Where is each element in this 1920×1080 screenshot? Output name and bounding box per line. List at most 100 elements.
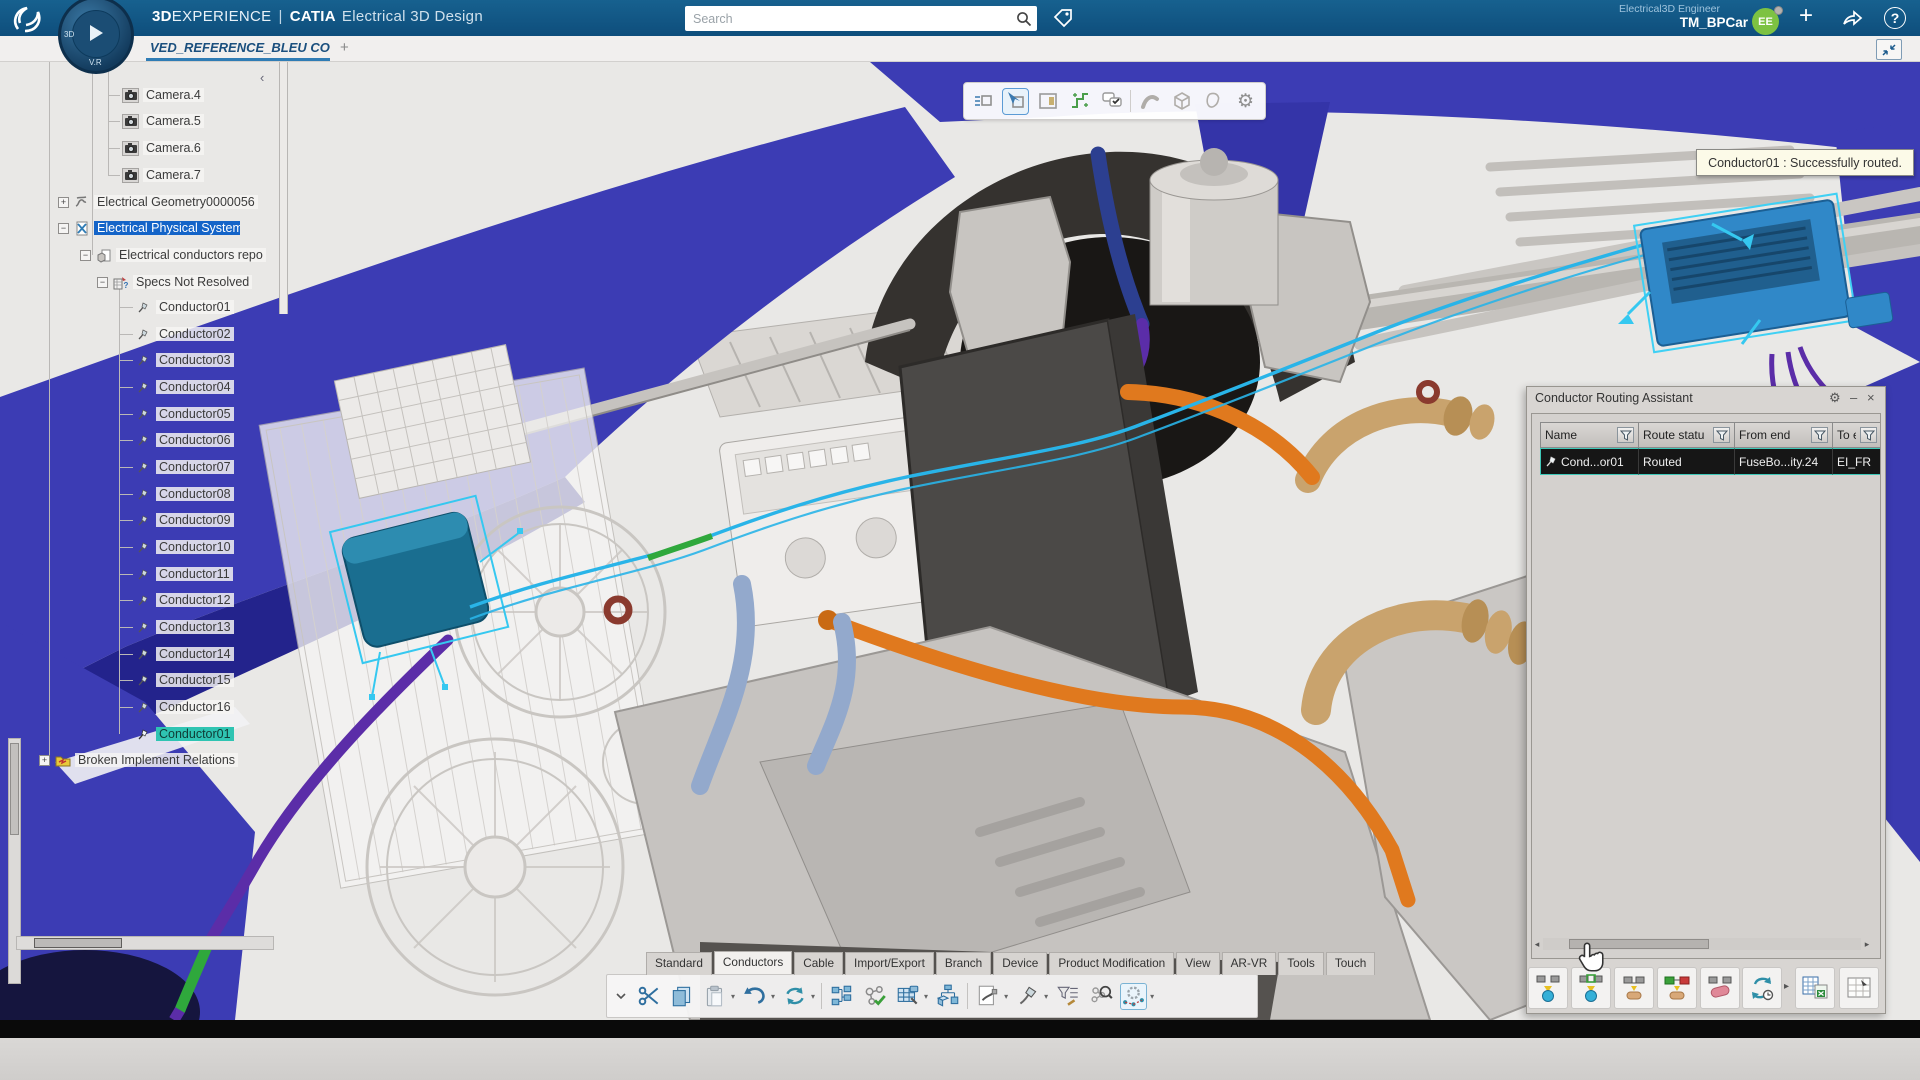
check-network-button[interactable] <box>861 983 888 1010</box>
review-chat-button[interactable] <box>1098 88 1125 115</box>
tab-touch[interactable]: Touch <box>1326 952 1375 975</box>
route-settings-button[interactable] <box>1120 983 1147 1010</box>
tree-node-electrical-conductors-report[interactable]: − Electrical conductors repo <box>80 246 266 264</box>
collapse-icon[interactable]: − <box>58 223 69 234</box>
tree-node-con ductor[interactable]: Conductor05 <box>135 405 234 423</box>
column-header-name[interactable]: Name <box>1540 422 1638 448</box>
tag-icon[interactable] <box>1052 7 1076 31</box>
document-tab[interactable]: VED_REFERENCE_BLEU CO <box>150 40 330 55</box>
tree-node-conductor-highlighted[interactable]: Conductor01 <box>135 725 234 743</box>
help-icon[interactable]: ? <box>1884 7 1906 29</box>
dropdown-caret-icon[interactable]: ▾ <box>811 992 815 1001</box>
routing-grid-button[interactable] <box>1066 88 1093 115</box>
panel-minimize-icon[interactable]: – <box>1850 390 1857 405</box>
tree-node-conductor[interactable]: Conductor11 <box>135 565 233 583</box>
tree-node-conductor[interactable]: Conductor12 <box>135 591 234 609</box>
expand-icon[interactable]: + <box>58 197 69 208</box>
tree-node-conductor[interactable]: Conductor06 <box>135 431 234 449</box>
view-list-button[interactable] <box>970 88 997 115</box>
tab-tools[interactable]: Tools <box>1278 952 1324 975</box>
structure-tree-button[interactable] <box>828 983 855 1010</box>
dropdown-caret-icon[interactable]: ▾ <box>1044 992 1048 1001</box>
dropdown-caret-icon[interactable]: ▾ <box>731 992 735 1001</box>
delete-route-button[interactable] <box>1700 967 1740 1009</box>
tab-conductors[interactable]: Conductors <box>714 951 792 974</box>
expand-icon[interactable]: + <box>39 755 50 766</box>
conductor-button[interactable] <box>1014 983 1041 1010</box>
part-view-button[interactable] <box>1200 88 1227 115</box>
tab-branch[interactable]: Branch <box>936 952 991 975</box>
filter-report-button[interactable] <box>1054 983 1081 1010</box>
tree-node-camera6[interactable]: Camera.6 <box>122 139 204 157</box>
filter-funnel-icon[interactable] <box>1617 427 1634 443</box>
collapse-toolbar-chevron-icon[interactable] <box>613 983 629 1010</box>
catalog-table-button[interactable] <box>894 983 921 1010</box>
search-icon[interactable] <box>1011 6 1037 31</box>
tree-node-conductor[interactable]: Conductor16 <box>135 698 234 716</box>
tree-node-conductor[interactable]: Conductor01 <box>135 298 234 316</box>
panel-close-icon[interactable]: × <box>1867 390 1875 405</box>
collapse-icon[interactable]: − <box>80 250 91 261</box>
scrollbar-thumb[interactable] <box>10 743 19 835</box>
table-cell-name[interactable]: Cond...or01 <box>1540 448 1638 475</box>
compass-play-icon[interactable] <box>90 25 103 41</box>
tree-node-conductor[interactable]: Conductor07 <box>135 458 234 476</box>
copy-button[interactable] <box>668 983 695 1010</box>
tree-node-conductor[interactable]: Conductor09 <box>135 511 234 529</box>
select-mode-button[interactable] <box>1002 88 1029 115</box>
dropdown-caret-icon[interactable]: ▾ <box>1004 992 1008 1001</box>
tree-node-conductor[interactable]: Conductor02 <box>135 325 234 343</box>
cut-button[interactable] <box>635 983 662 1010</box>
scroll-right-icon[interactable]: ▸ <box>1861 939 1873 950</box>
shaded-view-button[interactable] <box>1168 88 1195 115</box>
paste-button[interactable] <box>701 983 728 1010</box>
tab-device[interactable]: Device <box>993 952 1047 975</box>
connect-extremities-button[interactable] <box>1657 967 1697 1009</box>
collapse-icon[interactable]: − <box>97 277 108 288</box>
user-id[interactable]: TM_BPCar <box>1680 15 1748 30</box>
tree-node-conductor[interactable]: Conductor04 <box>135 378 234 396</box>
column-header-route-status[interactable]: Route statu <box>1638 422 1734 448</box>
scroll-left-icon[interactable]: ◂ <box>1531 939 1543 950</box>
routing-report-button[interactable] <box>1839 967 1879 1009</box>
scrollbar-thumb[interactable] <box>34 938 122 948</box>
filter-funnel-icon[interactable] <box>1811 427 1828 443</box>
export-table-button[interactable] <box>1795 967 1835 1009</box>
share-icon[interactable] <box>1840 7 1864 31</box>
3d-viewport[interactable]: Camera.4 Camera.5 Camera.6 Camera.7 + El… <box>0 62 1920 1020</box>
new-tab-button[interactable]: + <box>340 39 349 56</box>
tree-node-camera5[interactable]: Camera.5 <box>122 112 204 130</box>
tab-standard[interactable]: Standard <box>646 952 712 975</box>
tree-horizontal-scrollbar[interactable] <box>16 936 274 950</box>
tree-node-electrical-physical-system[interactable]: − Electrical Physical System000 <box>58 219 240 237</box>
export-document-button[interactable] <box>974 983 1001 1010</box>
3ds-logo[interactable] <box>8 3 56 33</box>
tree-node-conductor[interactable]: Conductor08 <box>135 485 234 503</box>
collapse-window-icon[interactable] <box>1876 39 1902 60</box>
tree-node-conductor[interactable]: Conductor14 <box>135 645 234 663</box>
tab-import-export[interactable]: Import/Export <box>845 952 934 975</box>
dropdown-caret-icon[interactable]: ▾ <box>1150 992 1154 1001</box>
table-cell-from-end[interactable]: FuseBo...ity.24 <box>1734 448 1832 475</box>
tab-view[interactable]: View <box>1176 952 1219 975</box>
more-options-arrow-icon[interactable]: ▸ <box>1784 981 1789 992</box>
tree-vertical-scrollbar[interactable] <box>279 62 288 314</box>
update-route-button[interactable] <box>1742 967 1782 1009</box>
undo-button[interactable] <box>741 983 768 1010</box>
tab-product-modification[interactable]: Product Modification <box>1049 952 1174 975</box>
tree-node-broken-implement-relations[interactable]: + Broken Implement Relations <box>39 751 238 769</box>
collapse-tree-chevron-icon[interactable]: ‹ <box>260 70 264 85</box>
column-header-to-end[interactable]: To en <box>1832 422 1881 448</box>
place-route-button[interactable] <box>1614 967 1654 1009</box>
tree-node-camera7[interactable]: Camera.7 <box>122 166 204 184</box>
tab-ar-vr[interactable]: AR-VR <box>1222 952 1277 975</box>
assembly-tree-button[interactable] <box>934 983 961 1010</box>
refresh-button[interactable] <box>781 983 808 1010</box>
filter-funnel-icon[interactable] <box>1713 427 1730 443</box>
tree-node-electrical-geometry[interactable]: + Electrical Geometry0000056 <box>58 193 258 211</box>
tree-node-camera4[interactable]: Camera.4 <box>122 86 204 104</box>
tree-node-conductor[interactable]: Conductor03 <box>135 351 234 369</box>
viewport-settings-button[interactable]: ⚙ <box>1232 88 1259 115</box>
dropdown-caret-icon[interactable]: ▾ <box>771 992 775 1001</box>
panel-settings-gear-icon[interactable]: ⚙ <box>1829 390 1841 406</box>
